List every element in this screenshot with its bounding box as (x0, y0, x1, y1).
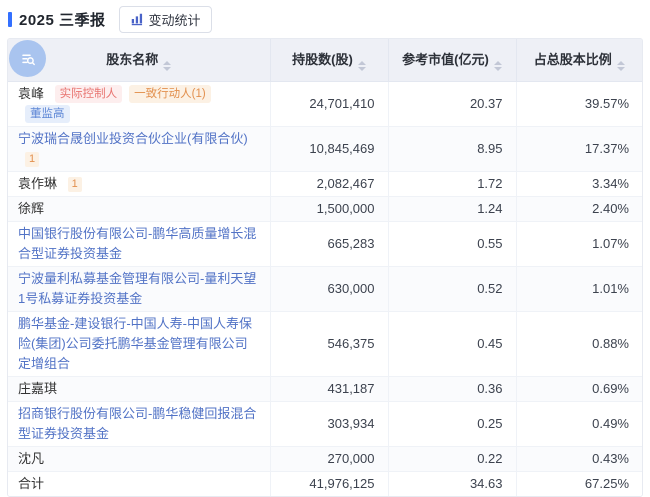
table-row: 沈凡 270,000 0.22 0.43% (8, 447, 642, 472)
total-row: 合计 41,976,125 34.63 67.25% (8, 472, 642, 497)
shareholder-tag-orange: 一致行动人(1) (129, 85, 211, 103)
shareholder-name[interactable]: 中国银行股份有限公司-鹏华高质量增长混合型证券投资基金 (18, 226, 256, 261)
cell-shares: 546,375 (270, 312, 388, 377)
shareholder-name: 沈凡 (18, 451, 44, 466)
footnote-badge: 1 (68, 177, 82, 192)
shareholder-name: 袁峰 (18, 86, 44, 101)
sort-icon[interactable] (358, 61, 366, 71)
sort-icon[interactable] (494, 61, 502, 71)
cell-market-value: 0.45 (388, 312, 516, 377)
cell-shares: 303,934 (270, 402, 388, 447)
shareholder-name[interactable]: 鹏华基金-建设银行-中国人寿-中国人寿保险(集团)公司委托鹏华基金管理有限公司定… (18, 316, 252, 371)
cell-market-value: 20.37 (388, 82, 516, 127)
cell-shares: 665,283 (270, 222, 388, 267)
table-footer: 合计 41,976,125 34.63 67.25% (8, 472, 642, 497)
shareholder-data-table: 股东名称 持股数(股) 参考市值(亿元) 占总股本比例 袁峰 实际控制人一致行动… (8, 39, 642, 496)
cell-shares: 10,845,469 (270, 127, 388, 172)
column-header-shares-held[interactable]: 持股数(股) (270, 39, 388, 82)
cell-ratio: 1.07% (516, 222, 642, 267)
shareholder-name: 徐辉 (18, 201, 44, 216)
column-label: 股东名称 (106, 52, 158, 67)
total-market-value: 34.63 (388, 472, 516, 497)
cell-ratio: 39.57% (516, 82, 642, 127)
cell-market-value: 0.22 (388, 447, 516, 472)
cell-shares: 270,000 (270, 447, 388, 472)
change-statistics-label: 变动统计 (149, 10, 201, 29)
cell-ratio: 0.69% (516, 377, 642, 402)
shareholder-tag-red: 实际控制人 (55, 85, 123, 103)
shareholder-table: 股东名称 持股数(股) 参考市值(亿元) 占总股本比例 袁峰 实际控制人一致行动… (7, 38, 643, 497)
total-shares: 41,976,125 (270, 472, 388, 497)
cell-ratio: 2.40% (516, 197, 642, 222)
table-row: 袁作琳 1 2,082,467 1.72 3.34% (8, 172, 642, 197)
page: 2025 三季报 变动统计 (0, 0, 650, 497)
page-title: 2025 三季报 (19, 9, 106, 30)
cell-ratio: 1.01% (516, 267, 642, 312)
table-row: 鹏华基金-建设银行-中国人寿-中国人寿保险(集团)公司委托鹏华基金管理有限公司定… (8, 312, 642, 377)
shareholder-name[interactable]: 宁波量利私募基金管理有限公司-量利天望1号私募证券投资基金 (18, 271, 256, 306)
cell-market-value: 0.25 (388, 402, 516, 447)
sort-icon[interactable] (617, 61, 625, 71)
cell-ratio: 0.49% (516, 402, 642, 447)
table-row: 宁波瑞合晟创业投资合伙企业(有限合伙) 1 10,845,469 8.95 17… (8, 127, 642, 172)
table-body: 袁峰 实际控制人一致行动人(1) 董监高 24,701,410 20.37 39.… (8, 82, 642, 472)
table-row: 中国银行股份有限公司-鹏华高质量增长混合型证券投资基金 665,283 0.55… (8, 222, 642, 267)
table-row: 袁峰 实际控制人一致行动人(1) 董监高 24,701,410 20.37 39.… (8, 82, 642, 127)
cell-market-value: 1.24 (388, 197, 516, 222)
shareholder-tag-blue: 董监高 (25, 105, 70, 123)
shareholder-name[interactable]: 招商银行股份有限公司-鹏华稳健回报混合型证券投资基金 (18, 406, 256, 441)
table-row: 招商银行股份有限公司-鹏华稳健回报混合型证券投资基金 303,934 0.25 … (8, 402, 642, 447)
shareholder-name: 庄嘉琪 (18, 381, 57, 396)
title-accent-bar (8, 12, 12, 27)
change-statistics-button[interactable]: 变动统计 (119, 6, 212, 33)
footnote-badge: 1 (25, 152, 39, 167)
table-row: 宁波量利私募基金管理有限公司-量利天望1号私募证券投资基金 630,000 0.… (8, 267, 642, 312)
sort-icon[interactable] (163, 61, 171, 71)
shareholder-name: 袁作琳 (18, 176, 57, 191)
cell-market-value: 0.52 (388, 267, 516, 312)
table-row: 徐辉 1,500,000 1.24 2.40% (8, 197, 642, 222)
cell-ratio: 0.88% (516, 312, 642, 377)
table-header: 股东名称 持股数(股) 参考市值(亿元) 占总股本比例 (8, 39, 642, 82)
search-filter-icon[interactable] (9, 40, 46, 77)
table-row: 庄嘉琪 431,187 0.36 0.69% (8, 377, 642, 402)
column-label: 持股数(股) (292, 52, 353, 67)
cell-market-value: 0.55 (388, 222, 516, 267)
column-header-shareholder-name[interactable]: 股东名称 (8, 39, 270, 82)
column-header-ratio[interactable]: 占总股本比例 (516, 39, 642, 82)
shareholder-name[interactable]: 宁波瑞合晟创业投资合伙企业(有限合伙) (18, 131, 248, 146)
bar-chart-icon (130, 12, 144, 26)
total-label: 合计 (8, 472, 270, 497)
cell-ratio: 17.37% (516, 127, 642, 172)
cell-shares: 630,000 (270, 267, 388, 312)
top-bar: 2025 三季报 变动统计 (8, 6, 643, 32)
cell-market-value: 0.36 (388, 377, 516, 402)
cell-ratio: 3.34% (516, 172, 642, 197)
column-header-market-value[interactable]: 参考市值(亿元) (388, 39, 516, 82)
cell-market-value: 8.95 (388, 127, 516, 172)
cell-shares: 2,082,467 (270, 172, 388, 197)
cell-market-value: 1.72 (388, 172, 516, 197)
column-label: 参考市值(亿元) (402, 52, 489, 67)
column-label: 占总股本比例 (534, 52, 612, 67)
cell-ratio: 0.43% (516, 447, 642, 472)
cell-shares: 24,701,410 (270, 82, 388, 127)
total-ratio: 67.25% (516, 472, 642, 497)
cell-shares: 1,500,000 (270, 197, 388, 222)
cell-shares: 431,187 (270, 377, 388, 402)
